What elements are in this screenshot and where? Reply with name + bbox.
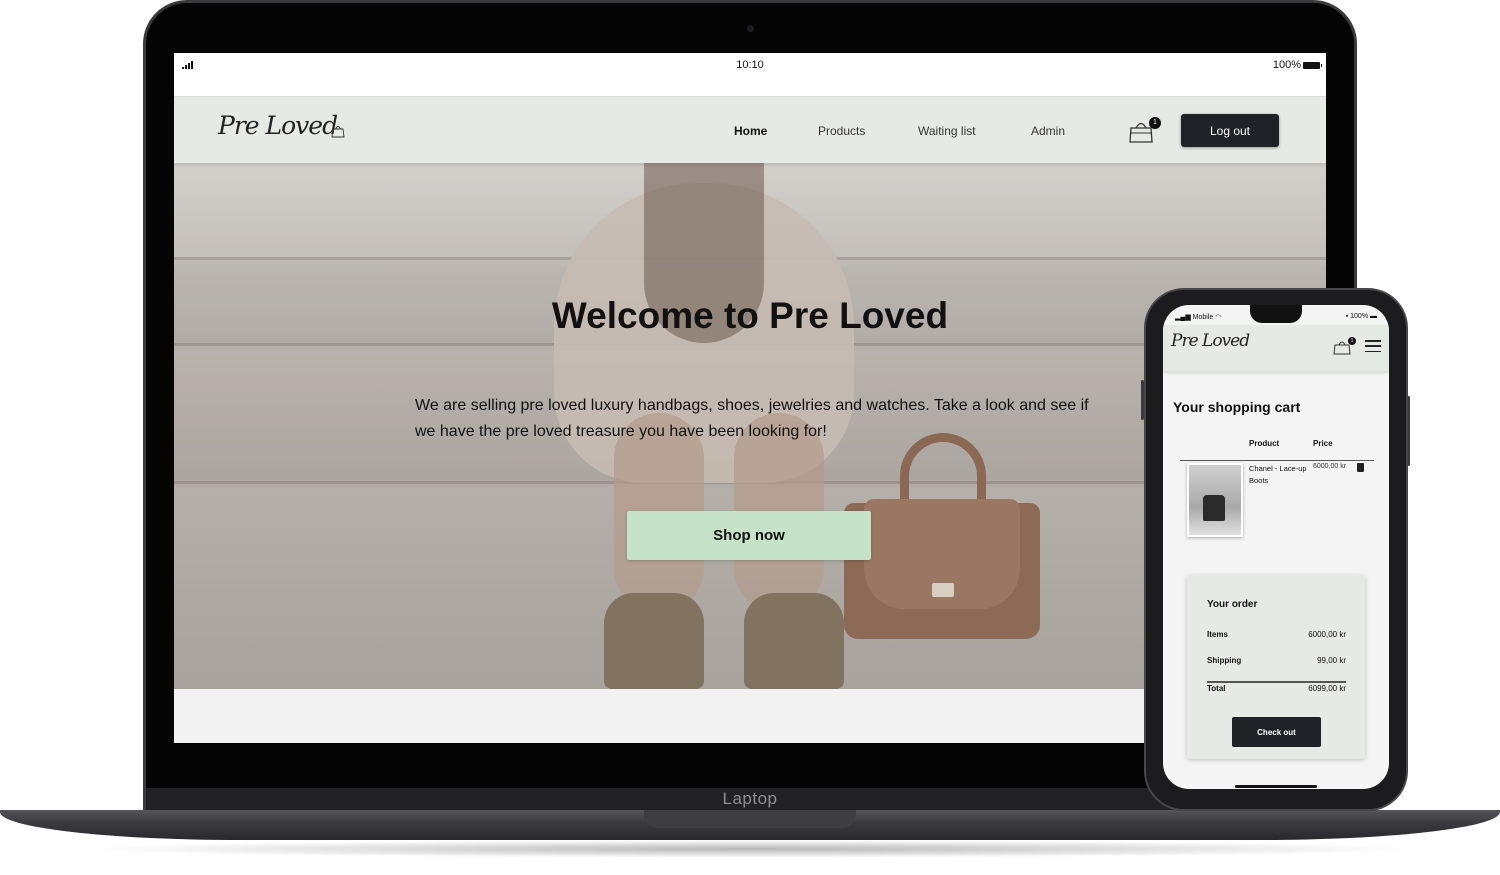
nav-admin[interactable]: Admin xyxy=(1031,124,1091,138)
site-logo[interactable]: Pre Loved xyxy=(218,105,348,147)
checkout-button[interactable]: Check out xyxy=(1232,717,1321,747)
home-indicator xyxy=(1235,785,1317,788)
order-total-value: 6099,00 kr xyxy=(1308,684,1346,693)
main-nav: Home Products Waiting list Admin xyxy=(734,124,1091,138)
laptop-opening-notch xyxy=(644,810,856,828)
nav-waiting-list[interactable]: Waiting list xyxy=(918,124,1031,138)
logo-wordmark: Pre Loved xyxy=(218,111,338,140)
cart-item-name[interactable]: Chanel - Lace-up Boots xyxy=(1249,463,1307,487)
trash-icon[interactable] xyxy=(1357,463,1364,472)
nav-home[interactable]: Home xyxy=(734,124,818,138)
order-summary: Your order Items 6000,00 kr Shipping 99,… xyxy=(1187,575,1365,759)
status-bar: 10:10 100% xyxy=(174,53,1326,97)
order-shipping-row: Shipping 99,00 kr xyxy=(1207,656,1346,665)
cart-title: Your shopping cart xyxy=(1173,399,1301,415)
logo-handbag-icon xyxy=(331,126,345,138)
cart-item-price: 6000,00 kr xyxy=(1313,463,1347,470)
order-items-row: Items 6000,00 kr xyxy=(1207,630,1346,639)
battery-percent: 100% xyxy=(1350,313,1369,320)
battery-icon xyxy=(1303,61,1322,69)
hero-photo-handbag xyxy=(844,433,1040,639)
battery-icon: ▬ xyxy=(1368,313,1377,320)
carrier-label: Mobile xyxy=(1192,314,1214,321)
order-shipping-value: 99,00 kr xyxy=(1317,656,1346,665)
status-time: 10:10 xyxy=(736,59,764,71)
phone-screen: ▂▄▆ Mobile ◠ ▪ 100% ▬ Pre Loved 1 Your s… xyxy=(1163,305,1389,789)
phone-header: Pre Loved 1 xyxy=(1163,325,1389,371)
phone-logo[interactable]: Pre Loved xyxy=(1171,331,1250,351)
shop-now-button[interactable]: Shop now xyxy=(627,511,871,560)
site-header: Pre Loved Home Products Waiting list Adm… xyxy=(174,97,1326,163)
cart-count-badge: 1 xyxy=(1149,117,1161,129)
cart-header-divider xyxy=(1180,460,1374,461)
nav-products[interactable]: Products xyxy=(818,124,918,138)
order-total-divider xyxy=(1207,681,1346,683)
status-battery: 100% xyxy=(1272,59,1322,71)
logout-button[interactable]: Log out xyxy=(1181,114,1279,147)
order-items-label: Items xyxy=(1207,630,1228,639)
cart-count-badge: 1 xyxy=(1348,337,1356,345)
laptop-camera xyxy=(747,25,754,32)
wifi-icon: ◠ xyxy=(1213,314,1222,321)
cart-item-image[interactable] xyxy=(1187,463,1243,537)
phone-status-battery: ▪ 100% ▬ xyxy=(1346,313,1377,320)
order-total-row: Total 6099,00 kr xyxy=(1207,684,1346,693)
cart-col-price: Price xyxy=(1313,439,1333,448)
signal-icon: ▂▄▆ xyxy=(1175,314,1193,321)
order-total-label: Total xyxy=(1207,684,1226,693)
order-shipping-label: Shipping xyxy=(1207,656,1242,665)
order-title: Your order xyxy=(1207,599,1258,610)
battery-percent: 100% xyxy=(1272,59,1301,71)
phone-notch xyxy=(1250,305,1302,323)
phone-status-carrier: ▂▄▆ Mobile ◠ xyxy=(1175,313,1221,321)
cart-col-product: Product xyxy=(1249,439,1280,448)
laptop-shadow xyxy=(70,840,1430,858)
device-mockup: Laptop 10:10 100% Pre Loved Home Product… xyxy=(0,0,1500,875)
order-items-value: 6000,00 kr xyxy=(1308,630,1346,639)
hero-description: We are selling pre loved luxury handbags… xyxy=(415,397,1089,440)
hamburger-menu-icon[interactable] xyxy=(1365,340,1381,352)
